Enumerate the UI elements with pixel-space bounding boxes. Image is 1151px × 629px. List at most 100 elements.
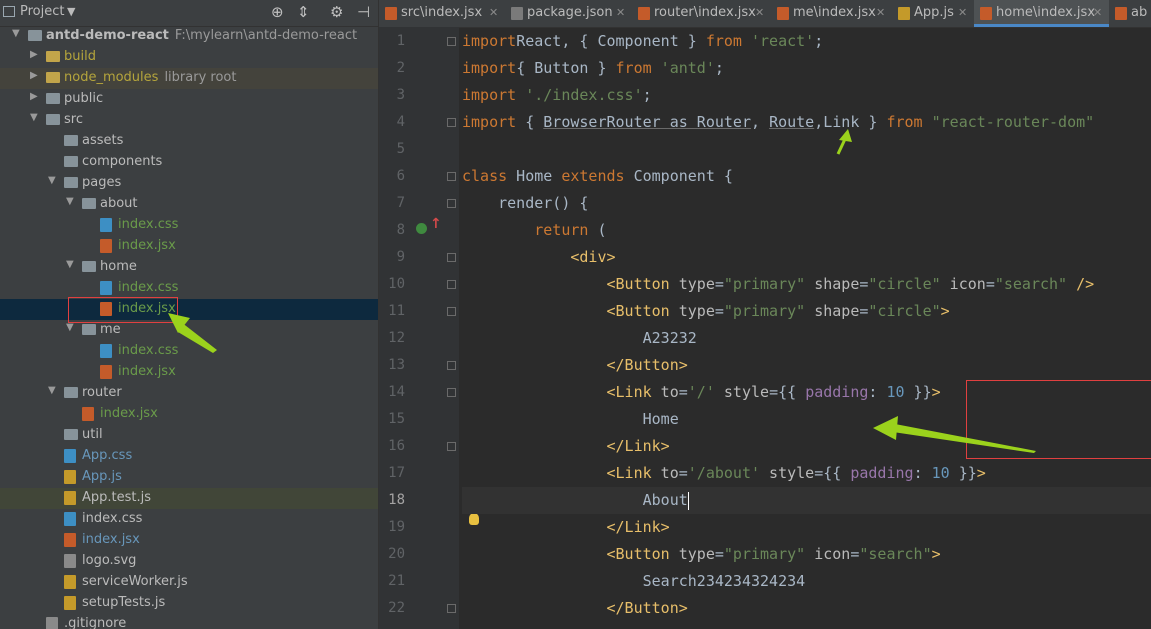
chevron-right-icon[interactable]: ▶ — [30, 70, 38, 81]
code-line[interactable]: </Link> — [462, 514, 670, 541]
tree-item[interactable]: ▼ router — [0, 383, 378, 404]
tree-item[interactable]: ▼ me — [0, 320, 378, 341]
tree-item[interactable]: ▶ node_modules library root — [0, 68, 378, 89]
chevron-down-icon[interactable]: ▼ — [12, 28, 20, 39]
tree-item[interactable]: index.css — [0, 509, 378, 530]
override-arrow-icon[interactable]: ↑ — [430, 216, 442, 232]
tree-item[interactable]: index.jsx — [0, 236, 378, 257]
fold-marker-icon[interactable] — [447, 604, 456, 613]
chevron-down-icon[interactable]: ▼ — [48, 175, 56, 186]
code-token: 'react' — [741, 32, 815, 50]
code-line[interactable]: import{ Button } from 'antd'; — [462, 55, 724, 82]
close-icon[interactable]: ✕ — [755, 6, 764, 19]
fold-marker-icon[interactable] — [447, 172, 456, 181]
close-icon[interactable]: ✕ — [958, 6, 967, 19]
tree-item[interactable]: ▼ about — [0, 194, 378, 215]
code-line[interactable]: <Link to='/about' style={{ padding: 10 }… — [462, 460, 986, 487]
code-line[interactable]: <Button type="primary" shape="circle"> — [462, 298, 950, 325]
css-file-icon — [100, 281, 112, 295]
code-line[interactable]: importReact, { Component } from 'react'; — [462, 28, 823, 55]
tree-item[interactable]: util — [0, 425, 378, 446]
tree-item[interactable]: serviceWorker.js — [0, 572, 378, 593]
chevron-right-icon[interactable]: ▶ — [30, 49, 38, 60]
close-icon[interactable]: ✕ — [616, 6, 625, 19]
fold-marker-icon[interactable] — [447, 280, 456, 289]
code-line[interactable]: <Link to='/' style={{ padding: 10 }}> — [462, 379, 941, 406]
chevron-down-icon[interactable]: ▼ — [67, 5, 75, 18]
code-line[interactable]: A23232 — [462, 325, 697, 352]
tree-item[interactable]: index.jsx — [0, 299, 378, 320]
chevron-down-icon[interactable]: ▼ — [66, 259, 74, 270]
tree-item[interactable]: .gitignore — [0, 614, 378, 629]
tree-item[interactable]: index.jsx — [0, 530, 378, 551]
code-line[interactable]: About — [462, 487, 1151, 514]
tree-item[interactable]: App.js — [0, 467, 378, 488]
code-line[interactable]: </Button> — [462, 352, 688, 379]
code-line[interactable]: </Button> — [462, 595, 688, 622]
code-line[interactable]: import { BrowserRouter as Router, Route,… — [462, 109, 1094, 136]
tree-item[interactable]: App.css — [0, 446, 378, 467]
tree-item-label: .gitignore — [64, 616, 127, 629]
tab-package-json[interactable]: package.json ✕ — [505, 0, 632, 27]
code-token: from — [886, 113, 923, 131]
code-area[interactable]: importReact, { Component } from 'react';… — [462, 27, 1151, 629]
tree-item[interactable]: index.jsx — [0, 404, 378, 425]
tree-item[interactable]: logo.svg — [0, 551, 378, 572]
code-line[interactable]: <Button type="primary" shape="circle" ic… — [462, 271, 1095, 298]
collapse-all-icon[interactable]: ⇕ — [297, 3, 310, 21]
tree-item[interactable]: index.css — [0, 341, 378, 362]
tree-item[interactable]: ▶ build — [0, 47, 378, 68]
code-line[interactable]: return ( — [462, 217, 606, 244]
code-line[interactable]: class Home extends Component { — [462, 163, 733, 190]
tree-item[interactable]: ▼ src — [0, 110, 378, 131]
fold-marker-icon[interactable] — [447, 37, 456, 46]
fold-marker-icon[interactable] — [447, 307, 456, 316]
tree-item[interactable]: index.css — [0, 215, 378, 236]
project-title[interactable]: Project — [20, 4, 64, 19]
chevron-down-icon[interactable]: ▼ — [48, 385, 56, 396]
fold-marker-icon[interactable] — [447, 199, 456, 208]
close-icon[interactable]: ✕ — [1093, 6, 1102, 19]
chevron-down-icon[interactable]: ▼ — [66, 196, 74, 207]
locate-icon[interactable]: ⊕ — [271, 3, 284, 21]
chevron-right-icon[interactable]: ▶ — [30, 91, 38, 102]
fold-marker-icon[interactable] — [447, 253, 456, 262]
tree-item[interactable]: App.test.js — [0, 488, 378, 509]
close-icon[interactable]: ✕ — [876, 6, 885, 19]
chevron-down-icon[interactable]: ▼ — [30, 112, 38, 123]
tree-item[interactable]: index.css — [0, 278, 378, 299]
code-line[interactable]: Home — [462, 406, 679, 433]
tab-app-js[interactable]: App.js ✕ — [892, 0, 974, 27]
tree-item[interactable]: index.jsx — [0, 362, 378, 383]
tab-me-index-jsx[interactable]: me\index.jsx ✕ — [771, 0, 892, 27]
fold-marker-icon[interactable] — [447, 388, 456, 397]
tab-ab[interactable]: ab — [1109, 0, 1151, 27]
line-number: 12 — [388, 330, 405, 346]
close-icon[interactable]: ✕ — [489, 6, 498, 19]
code-line[interactable]: </Link> — [462, 433, 670, 460]
tree-item[interactable]: setupTests.js — [0, 593, 378, 614]
tree-item[interactable]: ▼ antd-demo-react F:\mylearn\antd-demo-rea… — [0, 26, 378, 47]
code-line[interactable]: Search234234324234 — [462, 568, 806, 595]
tab-router-index-jsx[interactable]: router\index.jsx ✕ — [632, 0, 771, 27]
code-line[interactable]: <div> — [462, 244, 615, 271]
code-line[interactable]: render() { — [462, 190, 588, 217]
fold-marker-icon[interactable] — [447, 442, 456, 451]
tree-item[interactable]: ▼ pages — [0, 173, 378, 194]
gear-icon[interactable]: ⚙ — [330, 3, 343, 21]
chevron-down-icon[interactable]: ▼ — [66, 322, 74, 333]
tree-item[interactable]: ▼ home — [0, 257, 378, 278]
code-line[interactable]: <Button type="primary" icon="search"> — [462, 541, 941, 568]
tab-src-index-jsx[interactable]: src\index.jsx ✕ — [379, 0, 505, 27]
fold-marker-icon[interactable] — [447, 361, 456, 370]
code-line[interactable]: import './index.css'; — [462, 82, 652, 109]
tree-item[interactable]: components — [0, 152, 378, 173]
hide-icon[interactable]: ⊣ — [357, 3, 370, 21]
tree-item-label: index.css — [118, 217, 179, 232]
implements-icon[interactable] — [416, 223, 427, 234]
fold-marker-icon[interactable] — [447, 118, 456, 127]
tab-home-index-jsx[interactable]: home\index.jsx ✕ — [974, 0, 1109, 27]
tree-item[interactable]: ▶ public — [0, 89, 378, 110]
code-token: A23232 — [462, 329, 697, 347]
tree-item[interactable]: assets — [0, 131, 378, 152]
